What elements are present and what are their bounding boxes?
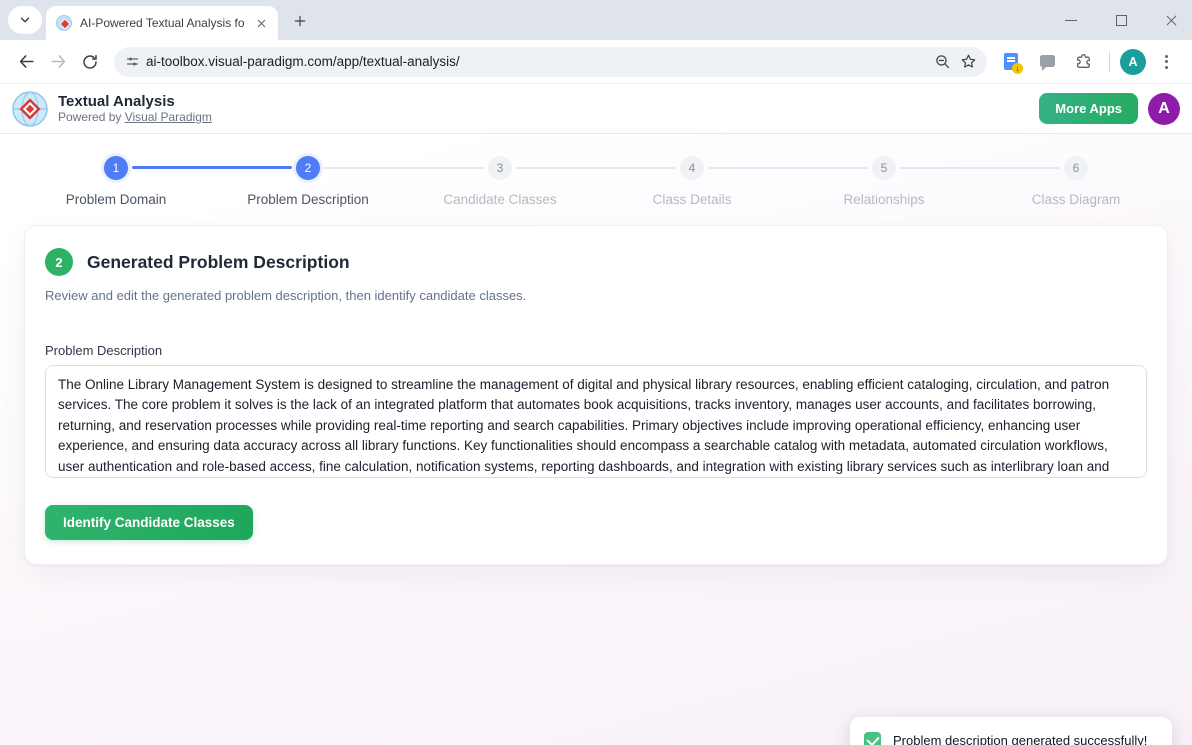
window-close-button[interactable] <box>1160 9 1182 31</box>
browser-menu-button[interactable] <box>1150 46 1182 78</box>
extensions-area: ↓ A <box>995 46 1182 78</box>
browser-profile-avatar[interactable]: A <box>1120 49 1146 75</box>
more-apps-button[interactable]: More Apps <box>1039 93 1138 124</box>
kebab-menu-icon <box>1165 55 1168 69</box>
step-circle: 6 <box>1064 156 1088 180</box>
site-info-button[interactable] <box>118 49 146 75</box>
forward-button[interactable] <box>42 46 74 78</box>
browser-tab-strip: AI-Powered Textual Analysis for <box>0 0 1192 40</box>
url-text[interactable]: ai-toolbox.visual-paradigm.com/app/textu… <box>146 54 929 69</box>
problem-description-textarea[interactable]: The Online Library Management System is … <box>45 365 1147 478</box>
page-title: Generated Problem Description <box>87 252 350 273</box>
powered-by: Powered by Visual Paradigm <box>58 110 212 125</box>
step-circle: 5 <box>872 156 896 180</box>
page-subtitle: Review and edit the generated problem de… <box>45 288 1147 303</box>
visual-paradigm-link[interactable]: Visual Paradigm <box>125 110 212 124</box>
step-label: Class Details <box>653 192 732 207</box>
identify-candidate-classes-button[interactable]: Identify Candidate Classes <box>45 505 253 540</box>
toolbar-divider <box>1109 52 1110 72</box>
extensions-button[interactable] <box>1067 46 1099 78</box>
stepper-step-problem-description[interactable]: 2 Problem Description <box>212 156 404 207</box>
page-content: 1 Problem Domain 2 Problem Description 3… <box>0 134 1192 745</box>
step-circle: 1 <box>104 156 128 180</box>
step-label: Problem Description <box>247 192 369 207</box>
step-circle: 4 <box>680 156 704 180</box>
forward-arrow-icon <box>49 52 68 71</box>
user-avatar[interactable]: A <box>1148 93 1180 125</box>
step-number-badge: 2 <box>45 248 73 276</box>
back-arrow-icon <box>17 52 36 71</box>
minimize-button[interactable] <box>1060 9 1082 31</box>
star-icon <box>960 53 977 70</box>
maximize-icon <box>1116 15 1127 26</box>
minimize-icon <box>1065 20 1077 21</box>
step-label: Relationships <box>843 192 924 207</box>
comment-bubble-icon <box>1040 55 1055 67</box>
tab-close-button[interactable] <box>252 14 270 32</box>
address-bar[interactable]: ai-toolbox.visual-paradigm.com/app/textu… <box>114 47 987 77</box>
powered-by-prefix: Powered by <box>58 110 125 124</box>
header-right: More Apps A <box>1039 93 1180 125</box>
stepper-step-problem-domain[interactable]: 1 Problem Domain <box>20 156 212 207</box>
vp-favicon-icon <box>56 15 72 31</box>
browser-tab[interactable]: AI-Powered Textual Analysis for <box>46 6 278 40</box>
step-circle: 2 <box>296 156 320 180</box>
tab-search-button[interactable] <box>8 6 42 34</box>
zoom-out-icon <box>934 53 951 70</box>
wizard-stepper: 1 Problem Domain 2 Problem Description 3… <box>0 134 1192 207</box>
window-controls <box>1060 0 1182 40</box>
docs-offline-extension-button[interactable]: ↓ <box>995 46 1027 78</box>
visual-paradigm-logo-icon <box>12 91 48 127</box>
stepper-step-candidate-classes[interactable]: 3 Candidate Classes <box>404 156 596 207</box>
card-header: 2 Generated Problem Description <box>45 248 1147 276</box>
step-circle: 3 <box>488 156 512 180</box>
step-label: Candidate Classes <box>443 192 556 207</box>
zoom-indicator-button[interactable] <box>929 49 955 75</box>
success-toast[interactable]: Problem description generated successful… <box>850 717 1172 745</box>
plus-icon <box>293 14 307 28</box>
stepper-step-class-diagram[interactable]: 6 Class Diagram <box>980 156 1172 207</box>
stepper-step-relationships[interactable]: 5 Relationships <box>788 156 980 207</box>
close-icon <box>1165 14 1178 27</box>
browser-toolbar: ai-toolbox.visual-paradigm.com/app/textu… <box>0 40 1192 84</box>
stepper-step-class-details[interactable]: 4 Class Details <box>596 156 788 207</box>
main-card: 2 Generated Problem Description Review a… <box>24 225 1168 565</box>
success-check-icon <box>864 732 881 745</box>
tab-title: AI-Powered Textual Analysis for <box>80 16 244 30</box>
app-title: Textual Analysis <box>58 93 212 110</box>
toast-message: Problem description generated successful… <box>893 733 1147 745</box>
comment-extension-button[interactable] <box>1031 46 1063 78</box>
new-tab-button[interactable] <box>286 7 314 35</box>
chevron-down-icon <box>18 13 32 27</box>
back-button[interactable] <box>10 46 42 78</box>
puzzle-icon <box>1074 52 1093 71</box>
maximize-button[interactable] <box>1110 9 1132 31</box>
reload-button[interactable] <box>74 46 106 78</box>
bookmark-button[interactable] <box>955 49 981 75</box>
brand-block: Textual Analysis Powered by Visual Parad… <box>58 93 212 125</box>
step-label: Problem Domain <box>66 192 167 207</box>
reload-icon <box>81 53 99 71</box>
tune-icon <box>125 54 140 69</box>
app-header: Textual Analysis Powered by Visual Parad… <box>0 84 1192 134</box>
download-badge-icon: ↓ <box>1012 63 1023 74</box>
step-label: Class Diagram <box>1032 192 1121 207</box>
description-field-label: Problem Description <box>45 343 1147 358</box>
